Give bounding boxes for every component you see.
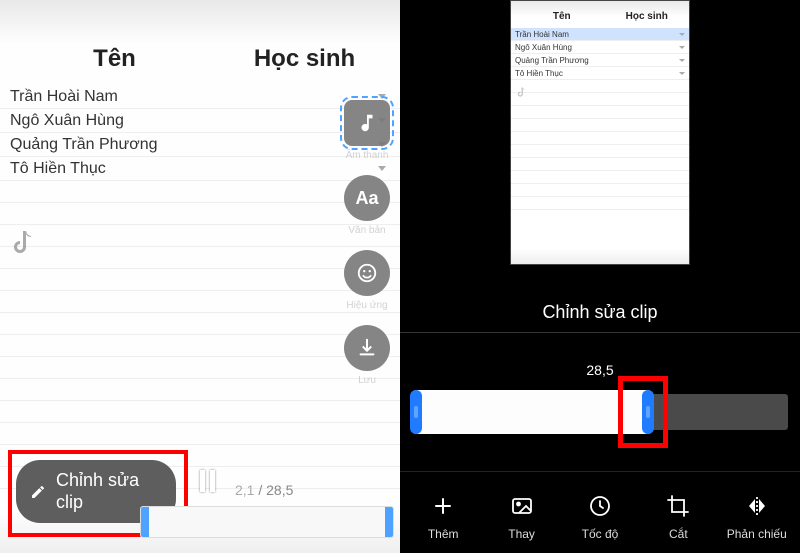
table-row: Trần Hoài Nam xyxy=(0,85,400,109)
crop-icon xyxy=(665,493,691,519)
left-screenshot: Tên Học sinh Trần Hoài Nam Ngô Xuân Hùng… xyxy=(0,0,400,553)
trim-handle-right[interactable] xyxy=(385,507,393,537)
right-screenshot: Tên Học sinh Trần Hoài Nam Ngô Xuân Hùng… xyxy=(400,0,800,553)
current-time: 2,1 xyxy=(235,482,254,498)
timeline-strip[interactable] xyxy=(140,506,394,538)
preview-row: Trần Hoài Nam xyxy=(511,28,689,41)
chevron-down-icon xyxy=(679,46,685,49)
text-icon: Aa xyxy=(355,188,378,209)
sheet-header-row: Tên Học sinh xyxy=(0,0,400,85)
mirror-icon xyxy=(744,493,770,519)
cell-name: Tô Hiền Thục xyxy=(10,160,378,178)
clock-icon xyxy=(587,493,613,519)
cell-name: Quảng Trần Phương xyxy=(10,136,378,154)
download-button[interactable] xyxy=(344,325,390,371)
header-col-hocsinh: Học sinh xyxy=(219,45,390,73)
header-col-ten: Tên xyxy=(10,45,219,73)
preview-row: Ngô Xuân Hùng xyxy=(511,41,689,54)
preview-col-ten: Tên xyxy=(515,11,609,22)
preview-header: Tên Học sinh xyxy=(511,1,689,28)
music-label: Âm thanh xyxy=(346,150,389,161)
time-separator: / xyxy=(254,482,266,498)
pencil-icon xyxy=(30,483,46,501)
preview-row: Tô Hiền Thục xyxy=(511,67,689,80)
preview-col-hocsinh: Học sinh xyxy=(609,11,686,22)
divider xyxy=(400,332,800,333)
preview-row: Quảng Trần Phương xyxy=(511,54,689,67)
video-preview: Tên Học sinh Trần Hoài Nam Ngô Xuân Hùng… xyxy=(510,0,690,265)
chevron-down-icon xyxy=(679,72,685,75)
replace-button[interactable]: Thay xyxy=(489,493,555,541)
trim-handle-left[interactable] xyxy=(410,390,422,434)
table-row: Tô Hiền Thục xyxy=(0,157,400,181)
trim-handle-highlight xyxy=(618,376,668,448)
mirror-label: Phản chiếu xyxy=(727,527,787,541)
effect-button[interactable] xyxy=(344,250,390,296)
speed-button[interactable]: Tốc độ xyxy=(567,493,633,541)
cell-name: Trần Hoài Nam xyxy=(10,88,378,106)
replace-label: Thay xyxy=(508,527,535,541)
add-label: Thêm xyxy=(428,527,459,541)
mirror-button[interactable]: Phản chiếu xyxy=(724,493,790,541)
table-row: Quảng Trần Phương xyxy=(0,133,400,157)
total-time: 28,5 xyxy=(266,482,293,498)
clip-trim-bar[interactable] xyxy=(412,388,788,436)
sheet-rows: Trần Hoài Nam Ngô Xuân Hùng Quảng Trần P… xyxy=(0,85,400,489)
download-label: Lưu xyxy=(358,375,376,386)
effect-label: Hiệu ứng xyxy=(346,300,387,311)
tiktok-logo-icon xyxy=(12,230,36,256)
music-button[interactable] xyxy=(344,100,390,146)
add-button[interactable]: Thêm xyxy=(410,493,476,541)
crop-button[interactable]: Cắt xyxy=(645,493,711,541)
clip-duration: 28,5 xyxy=(400,362,800,378)
speed-label: Tốc độ xyxy=(582,527,619,541)
edit-clip-title: Chỉnh sửa clip xyxy=(400,302,800,323)
text-label: Văn bản xyxy=(348,225,385,236)
table-row: Ngô Xuân Hùng xyxy=(0,109,400,133)
plus-icon xyxy=(430,493,456,519)
image-icon xyxy=(509,493,535,519)
editor-toolbar: Thêm Thay Tốc độ Cắt Phản chiếu xyxy=(400,471,800,553)
text-button[interactable]: Aa xyxy=(344,175,390,221)
chevron-down-icon xyxy=(679,59,685,62)
chevron-down-icon xyxy=(378,94,386,99)
clip-selected-region[interactable] xyxy=(412,390,652,434)
crop-label: Cắt xyxy=(669,527,688,541)
chevron-down-icon xyxy=(679,33,685,36)
cell-name: Ngô Xuân Hùng xyxy=(10,112,378,130)
pause-icon[interactable] xyxy=(200,470,215,492)
side-tool-rail: Âm thanh Aa Văn bản Hiệu ứng Lưu xyxy=(344,100,390,386)
playback-time: 2,1 / 28,5 xyxy=(235,482,293,498)
tiktok-logo-icon xyxy=(517,87,527,98)
trim-handle-left[interactable] xyxy=(141,507,149,537)
